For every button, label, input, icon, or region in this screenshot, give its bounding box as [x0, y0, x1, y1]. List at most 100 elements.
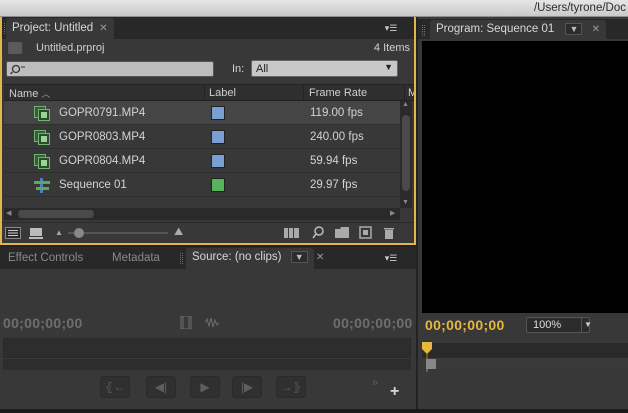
program-timecode[interactable]: 00;00;00;00	[425, 317, 505, 333]
column-name[interactable]: Name ︿	[9, 87, 50, 100]
icon-view-icon[interactable]	[29, 227, 43, 239]
item-frame-rate: 59.94 fps	[310, 155, 358, 167]
video-clip-icon	[34, 106, 50, 121]
window-path: /Users/tyrone/Doc	[533, 2, 626, 14]
chevron-down-icon: ▼	[584, 320, 592, 329]
sequence-icon	[34, 178, 50, 193]
mark-in-button[interactable]: ⦃←	[100, 376, 130, 398]
program-monitor-panel: Program: Sequence 01 ▼ ✕ 00;00;00;00 100…	[418, 17, 628, 409]
list-item[interactable]: GOPR0803.MP4 240.00 fps	[4, 125, 400, 149]
scroll-left-icon[interactable]: ◀	[6, 209, 11, 217]
source-dropdown-icon[interactable]: ▼	[290, 251, 308, 263]
list-item[interactable]: GOPR0804.MP4 59.94 fps	[4, 149, 400, 173]
column-divider	[303, 85, 304, 101]
horizontal-scrollbar[interactable]: ◀ ▶	[4, 208, 400, 220]
search-input[interactable]	[6, 61, 214, 77]
column-frame-rate[interactable]: Frame Rate	[309, 87, 367, 99]
program-video-display[interactable]	[422, 41, 628, 313]
column-label[interactable]: Label	[209, 87, 236, 99]
window-titlebar: /Users/tyrone/Doc	[0, 0, 628, 17]
project-panel: Project: Untitled ✕ ▾☰ Untitled.prproj 4 …	[0, 17, 416, 245]
panel-menu-button[interactable]: ▾☰	[382, 21, 400, 35]
list-item[interactable]: Sequence 01 29.97 fps	[4, 173, 400, 197]
mark-out-button[interactable]: →⦄	[276, 376, 306, 398]
label-color-swatch[interactable]	[211, 130, 225, 144]
zoom-slider-handle[interactable]	[74, 228, 84, 238]
time-ruler[interactable]	[422, 343, 628, 357]
item-name: GOPR0803.MP4	[59, 131, 146, 143]
scroll-up-icon[interactable]: ▲	[402, 101, 409, 108]
item-frame-rate: 29.97 fps	[310, 179, 358, 191]
source-timecode-left[interactable]: 00;00;00;00	[3, 315, 83, 331]
source-scroll-track[interactable]	[3, 359, 411, 370]
button-editor-icon[interactable]: +	[390, 383, 399, 401]
find-icon[interactable]	[312, 226, 325, 239]
panel-menu-button[interactable]: ▾☰	[382, 251, 400, 265]
tab-effect-controls[interactable]: Effect Controls	[2, 248, 89, 269]
project-file-bar: Untitled.prproj 4 Items	[2, 39, 414, 59]
panel-grip[interactable]	[180, 253, 183, 264]
in-filter-value: All	[256, 63, 269, 75]
item-count: 4 Items	[373, 42, 410, 54]
tab-metadata[interactable]: Metadata	[106, 248, 166, 269]
source-timecode-right[interactable]: 00;00;00;00	[333, 315, 413, 331]
program-tabstrip: Program: Sequence 01 ▼ ✕	[418, 17, 628, 41]
sort-ascending-icon: ︿	[41, 89, 51, 99]
list-view-icon[interactable]	[5, 227, 21, 239]
project-tabstrip: Project: Untitled ✕ ▾☰	[2, 17, 414, 39]
close-icon[interactable]: ✕	[316, 252, 324, 263]
automate-to-sequence-icon[interactable]	[284, 228, 300, 238]
new-item-icon[interactable]	[359, 226, 372, 239]
source-tabstrip: Effect Controls Metadata Source: (no cli…	[0, 247, 416, 269]
project-footer-toolbar: ▲ ⛰	[2, 222, 414, 242]
close-icon[interactable]: ✕	[99, 23, 107, 34]
scroll-thumb[interactable]	[402, 115, 410, 191]
close-icon[interactable]: ✕	[592, 24, 600, 35]
tab-program[interactable]: Program: Sequence 01 ▼ ✕	[430, 20, 606, 41]
trash-icon[interactable]	[383, 226, 395, 239]
column-more[interactable]: M	[408, 87, 414, 99]
label-color-swatch[interactable]	[211, 106, 225, 120]
timeline-track[interactable]	[422, 357, 628, 369]
play-button[interactable]: ▶	[190, 376, 220, 398]
folder-icon	[8, 42, 22, 54]
label-color-swatch[interactable]	[211, 178, 225, 192]
project-file-name: Untitled.prproj	[36, 42, 105, 54]
video-clip-icon	[34, 154, 50, 169]
tab-project[interactable]: Project: Untitled ✕	[6, 18, 114, 39]
panel-grip[interactable]	[422, 25, 425, 36]
select-divider	[581, 317, 582, 333]
tab-source[interactable]: Source: (no clips) ▼	[186, 248, 314, 269]
bottom-border	[0, 409, 628, 413]
film-strip-icon[interactable]	[180, 316, 192, 329]
more-controls-icon[interactable]: »	[372, 377, 378, 389]
zoom-level-select[interactable]: 100% ▼	[526, 317, 592, 333]
item-frame-rate: 119.00 fps	[310, 107, 363, 119]
label-color-swatch[interactable]	[211, 154, 225, 168]
step-back-button[interactable]: ◀|	[146, 376, 176, 398]
zoom-small-icon[interactable]: ▲	[55, 228, 63, 237]
column-divider	[404, 85, 405, 101]
item-frame-rate: 240.00 fps	[310, 131, 364, 143]
step-forward-button[interactable]: |▶	[232, 376, 262, 398]
zoom-large-icon[interactable]: ⛰	[174, 226, 183, 239]
item-name: Sequence 01	[59, 179, 127, 191]
scroll-right-icon[interactable]: ▶	[390, 209, 395, 217]
source-monitor-panel: Effect Controls Metadata Source: (no cli…	[0, 247, 416, 409]
scroll-down-icon[interactable]: ▼	[402, 199, 409, 206]
tab-source-label: Source: (no clips)	[192, 251, 282, 263]
column-divider	[204, 85, 205, 101]
in-filter-select[interactable]: All ▼	[251, 60, 398, 77]
search-icon	[10, 64, 25, 75]
source-time-ruler[interactable]	[3, 338, 411, 358]
program-controls: 00;00;00;00 100% ▼	[418, 313, 628, 409]
scroll-thumb[interactable]	[426, 359, 436, 369]
list-item[interactable]: GOPR0791.MP4 119.00 fps	[4, 101, 400, 125]
new-bin-icon[interactable]	[335, 227, 350, 238]
video-clip-icon	[34, 130, 50, 145]
audio-waveform-icon[interactable]	[205, 318, 219, 327]
column-header: Name ︿ Label Frame Rate M	[4, 84, 414, 101]
scroll-thumb[interactable]	[18, 210, 94, 218]
vertical-scrollbar[interactable]: ▲ ▼	[400, 101, 412, 208]
sequence-dropdown-icon[interactable]: ▼	[565, 23, 583, 35]
